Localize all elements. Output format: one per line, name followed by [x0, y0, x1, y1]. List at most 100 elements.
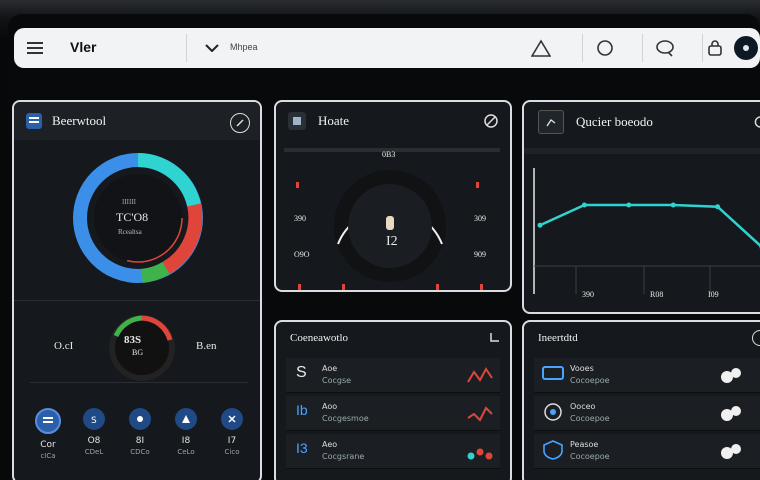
svg-text:S: S [91, 416, 97, 424]
settings-icon[interactable] [230, 113, 250, 133]
row-sparkline-icon [467, 367, 493, 383]
mid-stat: 83S [124, 334, 142, 346]
chip-sub: cICa [40, 452, 56, 460]
trend-point [537, 222, 543, 228]
divider [186, 34, 187, 62]
chip-3[interactable]: 8I CDCo [122, 408, 158, 456]
chip-icon [221, 408, 243, 430]
screen: Vler Mhpea Beerwtool IIIIII TC'O8 Rcealt… [8, 14, 760, 480]
right-stat: B.en [196, 340, 217, 352]
overview-card: Beerwtool IIIIII TC'O8 Rcealtsa O.cI 83S… [12, 100, 262, 480]
expand-icon[interactable] [488, 330, 502, 344]
triangle-icon[interactable] [530, 37, 552, 59]
trend-point [626, 202, 632, 208]
chip-4[interactable]: I8 CeLo [168, 408, 204, 456]
donut-green-segment [141, 261, 170, 283]
row-line1: Peasoe [570, 440, 599, 449]
app-title: Vler [70, 39, 97, 55]
avatar-icon[interactable] [734, 36, 758, 60]
divider [30, 382, 248, 383]
chip-icon: S [83, 408, 105, 430]
donut-center-sub: Rcealtsa [118, 228, 142, 236]
chip-5[interactable]: I7 Cico [214, 408, 250, 456]
row-line2: Cocoepoe [570, 376, 610, 385]
list-two-title: Ineertdtd [538, 332, 578, 344]
row-line1: Aeo [322, 440, 338, 449]
divider [642, 34, 643, 62]
toggle-icon[interactable] [718, 404, 744, 422]
donut-center-value: TC'O8 [116, 210, 149, 224]
row-line1: Aoo [322, 402, 338, 411]
list-one-card: Coeneawotlo S Aoe Cocgse Ib Aoo Cocgesmo… [274, 320, 512, 480]
list-one-title: Coeneawotlo [290, 332, 349, 344]
trend-point [715, 204, 721, 210]
chip-sub: CDeL [84, 448, 104, 456]
chip-icon [175, 408, 197, 430]
trend-icon [538, 110, 564, 134]
list-item[interactable]: Peasoe Cocoepoe [534, 434, 760, 469]
row-line2: Cocoepoe [570, 414, 610, 423]
row-glyph: S [296, 364, 307, 381]
target-icon [544, 403, 562, 421]
list-item[interactable]: Ib Aoo Cocgesmoe [286, 396, 500, 431]
chip-1[interactable]: Cor cICa [30, 408, 66, 460]
monitor-icon [542, 366, 564, 380]
chip-value: O8 [87, 436, 101, 446]
list-two-card: Ineertdtd Vooes Cocoepoe Ooceo Cocoepoe … [522, 320, 760, 480]
trend-x-label: I09 [708, 290, 719, 299]
row-sparkline-icon [467, 406, 493, 422]
chevron-down-icon[interactable] [204, 40, 220, 56]
trend-x-label: 390 [582, 290, 594, 299]
row-glyph: Ib [296, 402, 308, 418]
list-one-header: Coeneawotlo [276, 322, 510, 354]
trend-header: Qucier boeodo [524, 102, 760, 142]
chip-2[interactable]: S O8 CDeL [76, 408, 112, 456]
menu-icon[interactable] [24, 38, 46, 58]
chip-value: I7 [227, 436, 237, 446]
trend-line-chart [533, 168, 760, 294]
row-line2: Cocoepoe [570, 452, 610, 461]
dashboard-icon [26, 113, 42, 129]
trend-point [670, 202, 676, 208]
list-item[interactable]: I3 Aeo Cocgsrane [286, 434, 500, 469]
nav-label[interactable]: Mhpea [230, 42, 258, 52]
chip-sub: CeLo [177, 448, 195, 456]
row-line1: Vooes [570, 364, 594, 373]
top-bar: Vler Mhpea [14, 28, 760, 68]
trend-title: Qucier boeodo [576, 114, 653, 129]
chip-value: Cor [40, 440, 56, 450]
divider [524, 148, 760, 154]
row-glyph: I3 [296, 440, 308, 456]
trend-line [539, 203, 760, 248]
gauge-ticks [296, 182, 483, 290]
list-two-header: Ineertdtd [524, 322, 760, 354]
divider [702, 34, 703, 62]
shield-icon [543, 440, 563, 460]
info-icon[interactable] [752, 330, 760, 346]
list-item[interactable]: S Aoe Cocgse [286, 358, 500, 393]
row-line2: Cocgesmoe [322, 414, 369, 423]
overview-header: Beerwtool [14, 102, 260, 140]
chip-sub: Cico [224, 448, 240, 456]
mid-sub: BG [132, 348, 144, 357]
chip-value: 8I [135, 436, 145, 446]
row-line2: Cocgse [322, 376, 352, 385]
left-stat: O.cI [54, 340, 74, 352]
row-line1: Ooceo [570, 402, 596, 411]
lock-icon[interactable] [704, 37, 726, 59]
refresh-icon[interactable] [752, 114, 760, 130]
row-line2: Cocgsrane [322, 452, 365, 461]
chat-icon[interactable] [654, 37, 676, 59]
row-dots-icon [467, 448, 493, 460]
monitor-card: Hoate 0B3 I2 390 309 O9O 909 [274, 100, 512, 292]
trend-card: Qucier boeodo 390 R08 I09 [522, 100, 760, 314]
list-item[interactable]: Vooes Cocoepoe [534, 358, 760, 393]
toggle-icon[interactable] [718, 442, 744, 460]
donut-center-top: IIIIII [122, 198, 136, 206]
toggle-icon[interactable] [718, 366, 744, 384]
circle-icon[interactable] [594, 37, 616, 59]
divider [582, 34, 583, 62]
list-item[interactable]: Ooceo Cocoepoe [534, 396, 760, 431]
overview-title: Beerwtool [52, 113, 107, 128]
trend-point [581, 202, 587, 208]
